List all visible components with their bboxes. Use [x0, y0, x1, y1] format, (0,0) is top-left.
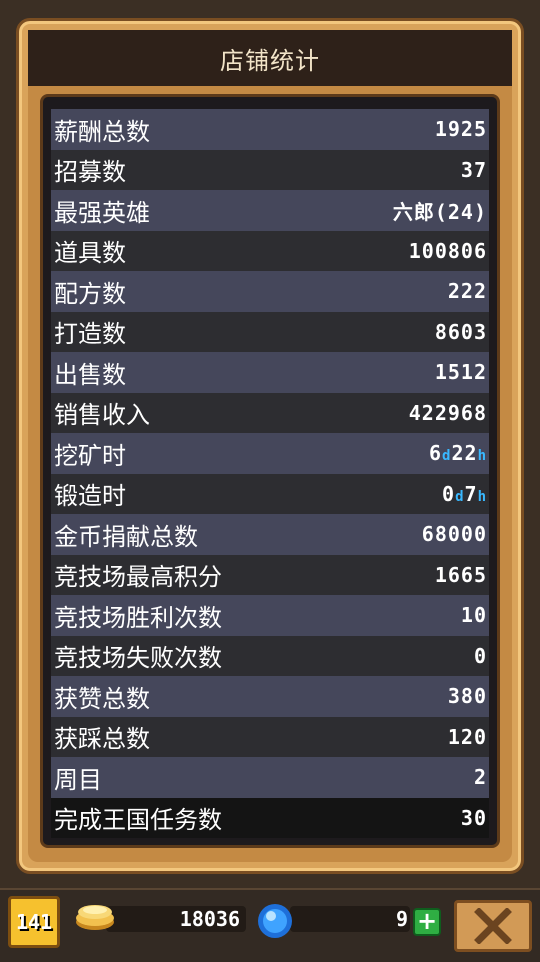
stat-label: 挖矿时	[54, 441, 126, 470]
stat-value: 120	[448, 725, 487, 749]
stat-row: 获赞总数 380	[51, 676, 489, 717]
stat-unit-hours: h	[477, 488, 487, 505]
player-level: 141	[15, 910, 53, 934]
stat-value: 0d7h	[442, 482, 487, 506]
add-gems-button[interactable]: +	[413, 908, 441, 936]
stat-row: 打造数 8603	[51, 311, 489, 352]
stat-row: 销售收入 422968	[51, 392, 489, 433]
stat-row: 竞技场失败次数 0	[51, 635, 489, 676]
stat-row: 挖矿时 6d22h	[51, 433, 489, 474]
panel-header: 店铺统计	[28, 30, 512, 90]
stat-value: 0	[474, 644, 487, 668]
stat-value-main: 37	[460, 157, 487, 182]
stat-value: 30	[461, 806, 487, 830]
stat-label: 获赞总数	[54, 684, 150, 713]
stat-row: 周目 2	[51, 757, 489, 798]
stat-value-main: 0	[473, 643, 487, 668]
stat-value-hours: 7	[464, 481, 478, 506]
stat-value-main: 六郎(24)	[392, 199, 487, 224]
close-button[interactable]	[454, 900, 532, 952]
stat-value-main: 222	[447, 279, 487, 304]
stat-value-main: 6	[428, 441, 443, 466]
stat-label: 完成王国任务数	[54, 806, 222, 835]
stat-value: 422968	[409, 401, 487, 425]
gold-coins-icon	[76, 905, 114, 930]
close-x-icon	[474, 908, 512, 944]
blue-gem-icon	[258, 904, 292, 938]
stat-label: 竞技场失败次数	[54, 644, 222, 673]
stat-label: 最强英雄	[54, 198, 150, 227]
stats-rows: 薪酬总数 1925 招募数 37 最强英雄 六郎(24) 道具数 100806 配方数 222 打造…	[51, 109, 489, 838]
stat-label: 竞技场最高积分	[54, 563, 222, 592]
stat-value-main: 68000	[421, 522, 487, 547]
stat-value: 1512	[435, 360, 487, 384]
stat-value: 37	[461, 158, 487, 182]
stat-value-main: 1665	[434, 562, 487, 587]
stat-value-main: 8603	[434, 319, 487, 344]
stat-value-main: 1925	[434, 117, 487, 142]
stat-value: 六郎(24)	[393, 196, 487, 225]
stat-value: 380	[448, 684, 487, 708]
stat-row: 锻造时 0d7h	[51, 473, 489, 514]
stat-value: 100806	[409, 239, 487, 263]
stat-row: 竞技场胜利次数 10	[51, 595, 489, 636]
stat-value-main: 0	[442, 481, 456, 506]
stat-row: 招募数 37	[51, 149, 489, 190]
stat-value-main: 422968	[408, 400, 487, 425]
gem-amount: 9	[395, 907, 408, 931]
stat-row: 配方数 222	[51, 271, 489, 312]
stat-label: 配方数	[54, 279, 126, 308]
stat-label: 获踩总数	[54, 725, 150, 754]
stat-label: 周目	[54, 765, 102, 794]
panel-title: 店铺统计	[220, 46, 320, 75]
stat-value-main: 100806	[408, 238, 487, 263]
stat-value-main: 30	[460, 805, 487, 830]
bottom-resource-bar: 141 18036 9 +	[0, 888, 540, 962]
stat-label: 道具数	[54, 239, 126, 268]
stat-row: 获踩总数 120	[51, 716, 489, 757]
stat-value: 6d22h	[429, 441, 487, 465]
player-level-badge[interactable]: 141	[8, 896, 60, 948]
stat-value: 10	[461, 603, 487, 627]
stat-value: 2	[474, 765, 487, 789]
stats-list[interactable]: 薪酬总数 1925 招募数 37 最强英雄 六郎(24) 道具数 100806 配方数 222 打造…	[40, 94, 500, 848]
stat-row: 金币捐献总数 68000	[51, 514, 489, 555]
stat-value-main: 120	[447, 724, 487, 749]
stat-value-main: 380	[447, 684, 487, 709]
stat-label: 出售数	[54, 360, 126, 389]
stat-row: 完成王国任务数 30	[51, 797, 489, 838]
stat-label: 锻造时	[54, 482, 126, 511]
stat-value: 68000	[422, 522, 487, 546]
stat-label: 打造数	[54, 320, 126, 349]
stat-value-main: 10	[460, 603, 487, 628]
stat-row: 竞技场最高积分 1665	[51, 554, 489, 595]
gold-amount: 18036	[179, 907, 240, 931]
stat-label: 竞技场胜利次数	[54, 603, 222, 632]
stat-row: 最强英雄 六郎(24)	[51, 190, 489, 231]
stat-row: 道具数 100806	[51, 230, 489, 271]
stat-row: 薪酬总数 1925	[51, 109, 489, 150]
stat-label: 招募数	[54, 158, 126, 187]
stat-value-hours: 22	[451, 441, 478, 466]
stat-row: 出售数 1512	[51, 352, 489, 393]
stat-unit-days: d	[455, 488, 465, 505]
stat-label: 金币捐献总数	[54, 522, 198, 551]
stat-unit-hours: h	[477, 448, 487, 465]
stat-label: 销售收入	[54, 401, 150, 430]
stat-value-main: 2	[473, 765, 487, 790]
stat-value-main: 1512	[434, 360, 487, 385]
stat-value: 1665	[435, 563, 487, 587]
stat-value: 1925	[435, 117, 487, 141]
stat-label: 薪酬总数	[54, 117, 150, 146]
stat-value: 8603	[435, 320, 487, 344]
stat-value: 222	[448, 279, 487, 303]
